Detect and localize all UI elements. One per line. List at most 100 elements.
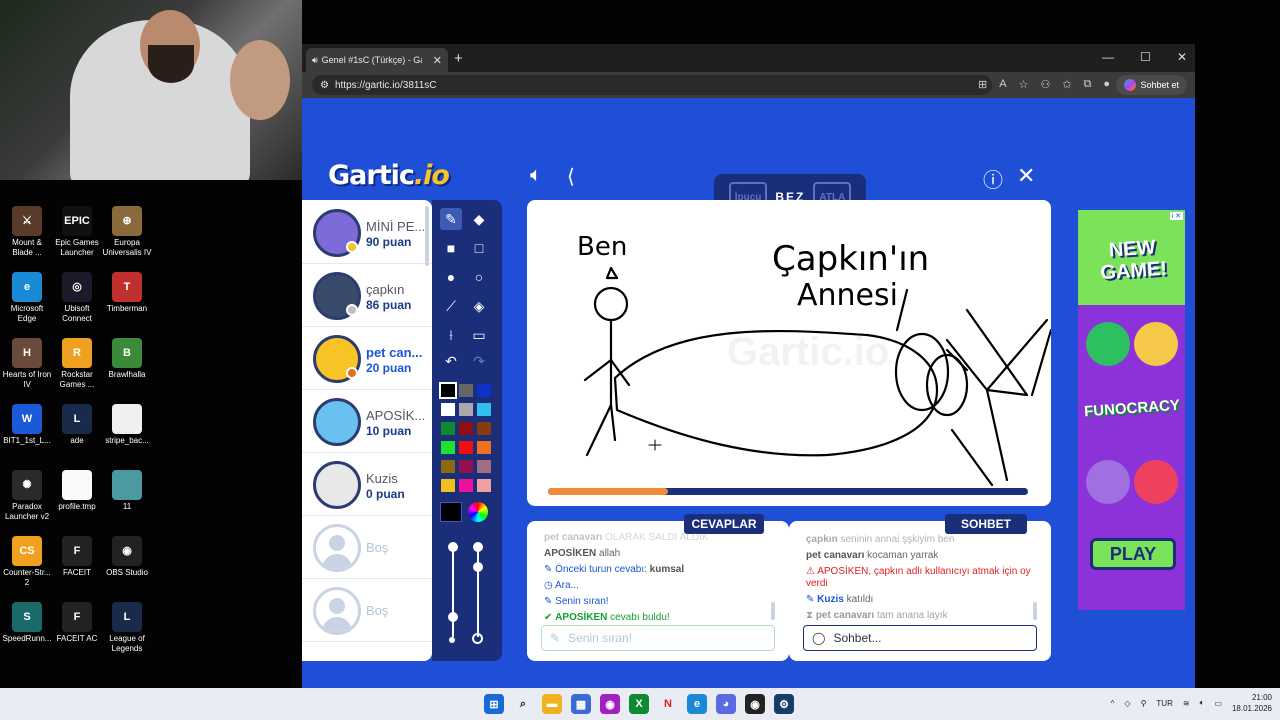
eraser-icon[interactable]: ◈: [468, 295, 490, 317]
desktop-icon[interactable]: ⚔ Mount & Blade ...: [2, 206, 52, 258]
file-explorer-icon[interactable]: ▬: [542, 694, 562, 714]
desktop-icon[interactable]: 11: [102, 470, 152, 512]
desktop-icon[interactable]: EPIC Epic Games Launcher: [52, 206, 102, 258]
color-swatch[interactable]: [441, 403, 455, 416]
desktop-icon[interactable]: H Hearts of Iron IV: [2, 338, 52, 390]
ad-banner[interactable]: i ✕ NEW GAME! FUNOCRACY PLAY: [1078, 210, 1185, 610]
opacity-knob-mid[interactable]: [473, 562, 483, 572]
redo-icon[interactable]: ↷: [468, 350, 490, 372]
tray-app-icon[interactable]: ◇: [1124, 699, 1130, 708]
pencil-tool-icon[interactable]: ✎: [440, 208, 462, 230]
answers-scrollbar[interactable]: [771, 602, 775, 620]
search-icon[interactable]: ⌕: [513, 694, 533, 714]
color-swatch[interactable]: [459, 479, 473, 492]
color-swatch[interactable]: [477, 479, 491, 492]
color-swatch[interactable]: [477, 384, 491, 397]
chat-input[interactable]: ◯ Sohbet...: [803, 625, 1037, 651]
player-row[interactable]: Kuzis 0 puan: [302, 453, 432, 516]
steam-icon[interactable]: ⚙: [774, 694, 794, 714]
favorites-icon[interactable]: ✩: [1062, 78, 1071, 91]
color-swatch[interactable]: [459, 384, 473, 397]
info-icon[interactable]: ⓘ: [983, 164, 1003, 193]
color-swatch[interactable]: [439, 382, 457, 399]
close-window-button[interactable]: ✕: [1177, 50, 1187, 64]
desktop-icon[interactable]: B Brawlhalla: [102, 338, 152, 380]
copilot-chat-button[interactable]: Sohbet et: [1116, 75, 1187, 95]
player-row[interactable]: ✎ pet can...20 puan: [302, 327, 432, 390]
desktop-icon[interactable]: S SpeedRunn...: [2, 602, 52, 644]
undo-icon[interactable]: ↶: [440, 350, 462, 372]
obs-icon[interactable]: ◉: [745, 694, 765, 714]
desktop-icon[interactable]: CS Counter-Str... 2: [2, 536, 52, 588]
sound-icon[interactable]: 🔈︎: [530, 164, 542, 187]
extensions-icon[interactable]: ⚇: [1040, 78, 1050, 91]
volume-icon[interactable]: 🔈︎: [1200, 698, 1205, 708]
xbox-icon[interactable]: X: [629, 694, 649, 714]
drawing-canvas[interactable]: Gartic.io Ben Çapkın'ın Annesi: [527, 200, 1051, 506]
player-row[interactable]: çapkın 86 puan: [302, 264, 432, 327]
minimize-button[interactable]: —: [1102, 50, 1114, 64]
color-swatch[interactable]: [477, 422, 491, 435]
discord-icon[interactable]: ◕: [716, 694, 736, 714]
desktop-icon[interactable]: ✺ Paradox Launcher v2: [2, 470, 52, 522]
desktop-icon[interactable]: F FACEIT AC: [52, 602, 102, 644]
new-tab-button[interactable]: +: [454, 50, 463, 67]
tab-gartic[interactable]: 🔊︎ Genel #1sC (Türkçe) - Gartic.io ✕: [306, 48, 448, 72]
desktop-icon[interactable]: F FACEIT: [52, 536, 102, 578]
start-icon[interactable]: ⊞: [484, 694, 504, 714]
desktop-icon[interactable]: R Rockstar Games ...: [52, 338, 102, 390]
desktop-icon[interactable]: T Timberman: [102, 272, 152, 314]
favorite-star-icon[interactable]: ☆: [1019, 78, 1029, 91]
eyedropper-icon[interactable]: ⟊: [440, 324, 462, 346]
site-info-icon[interactable]: ⚙: [320, 80, 329, 91]
player-row[interactable]: MİNİ PE... 90 puan: [302, 201, 432, 264]
player-row[interactable]: ✔ APOSİK...10 puan: [302, 390, 432, 453]
exit-icon[interactable]: ✕: [1017, 163, 1035, 189]
brush-size-knob-bottom[interactable]: [448, 612, 458, 622]
tab-close-icon[interactable]: ✕: [433, 54, 442, 67]
color-swatch[interactable]: [477, 441, 491, 454]
color-swatch[interactable]: [441, 422, 455, 435]
color-swatch[interactable]: [477, 460, 491, 473]
opacity-knob[interactable]: [473, 542, 483, 552]
opacity-slider[interactable]: [477, 547, 479, 637]
share-icon[interactable]: ⟨: [567, 164, 575, 189]
empty-player-slot[interactable]: Boş: [302, 579, 432, 642]
color-wheel-icon[interactable]: [468, 502, 488, 522]
desktop-icon[interactable]: stripe_bac...: [102, 404, 152, 446]
tray-mic-icon[interactable]: ⚲: [1141, 699, 1147, 708]
collections-icon[interactable]: ⧉: [1084, 78, 1092, 91]
color-swatch[interactable]: [459, 460, 473, 473]
ad-choices-badge[interactable]: i ✕: [1169, 212, 1183, 220]
clear-page-icon[interactable]: ▭: [468, 324, 490, 346]
desktop-icon[interactable]: L League of Legends: [102, 602, 152, 654]
color-swatch[interactable]: [459, 441, 473, 454]
filled-rect-icon[interactable]: ■: [440, 237, 462, 259]
wifi-icon[interactable]: ≋: [1183, 699, 1190, 708]
desktop-icon[interactable]: profile.tmp: [52, 470, 102, 512]
read-aloud-icon[interactable]: A: [999, 78, 1006, 91]
chat-scrollbar[interactable]: [1033, 602, 1037, 620]
desktop-icon[interactable]: W BIT1_1st_L...: [2, 404, 52, 446]
answer-input[interactable]: ✎ Senin sıran!: [541, 625, 775, 651]
desktop-icon[interactable]: ⊕ Europa Universalis IV: [102, 206, 152, 258]
tray-chevron-icon[interactable]: ^: [1111, 699, 1115, 708]
battery-icon[interactable]: ▭: [1214, 699, 1222, 708]
edge-icon[interactable]: e: [687, 694, 707, 714]
line-tool-icon[interactable]: ⟋: [440, 295, 462, 317]
color-swatch[interactable]: [441, 479, 455, 492]
color-swatch[interactable]: [459, 422, 473, 435]
maximize-button[interactable]: ☐: [1140, 50, 1151, 64]
circle-outline-icon[interactable]: ○: [468, 266, 490, 288]
color-swatch[interactable]: [477, 403, 491, 416]
desktop-icon[interactable]: ◎ Ubisoft Connect: [52, 272, 102, 324]
current-color[interactable]: [440, 502, 462, 522]
filled-circle-icon[interactable]: ●: [440, 266, 462, 288]
clock[interactable]: 21:00 18.01.2026: [1232, 692, 1272, 714]
app-icon[interactable]: ⊞: [978, 78, 987, 91]
desktop-icon[interactable]: ◉ OBS Studio: [102, 536, 152, 578]
empty-player-slot[interactable]: Boş: [302, 516, 432, 579]
store-icon[interactable]: ▦: [571, 694, 591, 714]
brush-size-slider[interactable]: [452, 547, 454, 637]
tray-language[interactable]: TUR: [1156, 699, 1172, 708]
